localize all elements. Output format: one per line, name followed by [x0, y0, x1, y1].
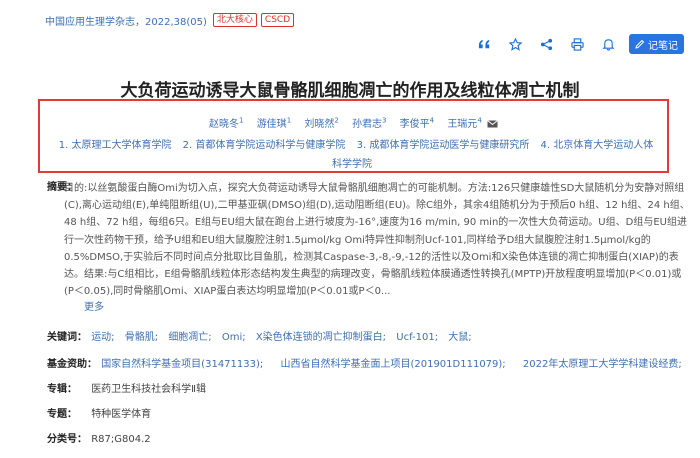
keyword-link[interactable]: X染色体连锁的凋亡抑制蛋白; [256, 332, 386, 343]
keyword-link[interactable]: 大鼠; [448, 332, 471, 343]
badge-pku-core: 北大核心 [212, 13, 257, 27]
author-link[interactable]: 李俊平4 [400, 117, 434, 130]
author-link[interactable]: 王瑞元4 [447, 117, 498, 130]
classification-row: 分类号： R87;G804.2 [47, 430, 151, 445]
journal-link[interactable]: 中国应用生理学杂志，2022,38(05) [45, 13, 207, 28]
affiliation-link[interactable]: 2. 首都体育学院运动科学与健康学院 [183, 140, 346, 151]
funding-link[interactable]: 2022年太原理工大学学科建设经费; [523, 359, 682, 370]
author-link[interactable]: 游佳琪1 [257, 117, 291, 130]
affiliation-link[interactable]: 3. 成都体育学院运动医学与健康研究所 [357, 140, 530, 151]
bell-icon[interactable] [597, 33, 619, 55]
take-note-button[interactable]: 记笔记 [629, 34, 684, 54]
pencil-icon [635, 39, 645, 49]
keyword-link[interactable]: Omi; [222, 332, 246, 343]
keyword-link[interactable]: Ucf-101; [396, 332, 438, 343]
abstract-text: 目的:以丝氨酸蛋白酶Omi为切入点，探究大负荷运动诱导大鼠骨骼肌细胞凋亡的可能机… [64, 183, 690, 298]
funding-link[interactable]: 山西省自然科学基金面上项目(201901D111079); [280, 359, 505, 370]
abstract-more-link[interactable]: 更多 [84, 300, 104, 315]
series-label: 专辑： [47, 384, 77, 395]
article-title: 大负荷运动诱导大鼠骨骼肌细胞凋亡的作用及线粒体凋亡机制 [120, 81, 580, 101]
author-link[interactable]: 赵晓冬1 [209, 117, 243, 130]
funding-label: 基金资助： [47, 359, 97, 370]
journal-bar: 中国应用生理学杂志，2022,38(05) 北大核心 CSCD [45, 12, 298, 28]
abstract-section: 摘要： 目的:以丝氨酸蛋白酶Omi为切入点，探究大负荷运动诱导大鼠骨骼肌细胞凋亡… [47, 180, 690, 320]
funding-row: 基金资助： 国家自然科学基金项目(31471133); 山西省自然科学基金面上项… [47, 355, 689, 370]
author-link[interactable]: 刘晓然2 [304, 117, 338, 130]
star-icon[interactable] [504, 33, 526, 55]
badge-cscd: CSCD [260, 13, 295, 27]
topic-label: 专题： [47, 409, 77, 420]
take-note-label: 记笔记 [648, 40, 678, 52]
affiliation-link[interactable]: 1. 太原理工大学体育学院 [59, 140, 172, 151]
classification-label: 分类号： [47, 434, 87, 445]
keyword-link[interactable]: 运动; [91, 332, 114, 343]
funding-link[interactable]: 国家自然科学基金项目(31471133); [101, 359, 263, 370]
quote-icon[interactable] [473, 33, 495, 55]
series-value: 医药卫生科技社会科学Ⅱ辑 [91, 384, 207, 395]
keyword-link[interactable]: 细胞凋亡; [168, 332, 211, 343]
series-row: 专辑： 医药卫生科技社会科学Ⅱ辑 [47, 380, 206, 395]
mail-icon[interactable] [487, 120, 498, 128]
topic-value: 特种医学体育 [91, 409, 152, 420]
keywords-label: 关键词： [47, 332, 87, 343]
share-icon[interactable] [535, 33, 557, 55]
author-affiliation-box: 赵晓冬1 游佳琪1 刘晓然2 孙君志3 李俊平4 王瑞元4 1. 太原理工大学体… [38, 99, 669, 173]
affiliation-list: 1. 太原理工大学体育学院 2. 首都体育学院运动科学与健康学院 3. 成都体育… [54, 136, 654, 174]
keywords-row: 关键词： 运动; 骨骼肌; 细胞凋亡; Omi; X染色体连锁的凋亡抑制蛋白; … [47, 328, 479, 343]
keyword-link[interactable]: 骨骼肌; [125, 332, 158, 343]
topic-row: 专题： 特种医学体育 [47, 405, 151, 420]
author-link[interactable]: 孙君志3 [352, 117, 386, 130]
article-toolbar: 记笔记 [464, 33, 684, 55]
classification-value: R87;G804.2 [91, 434, 151, 445]
print-icon[interactable] [566, 33, 588, 55]
author-list: 赵晓冬1 游佳琪1 刘晓然2 孙君志3 李俊平4 王瑞元4 [40, 115, 667, 130]
